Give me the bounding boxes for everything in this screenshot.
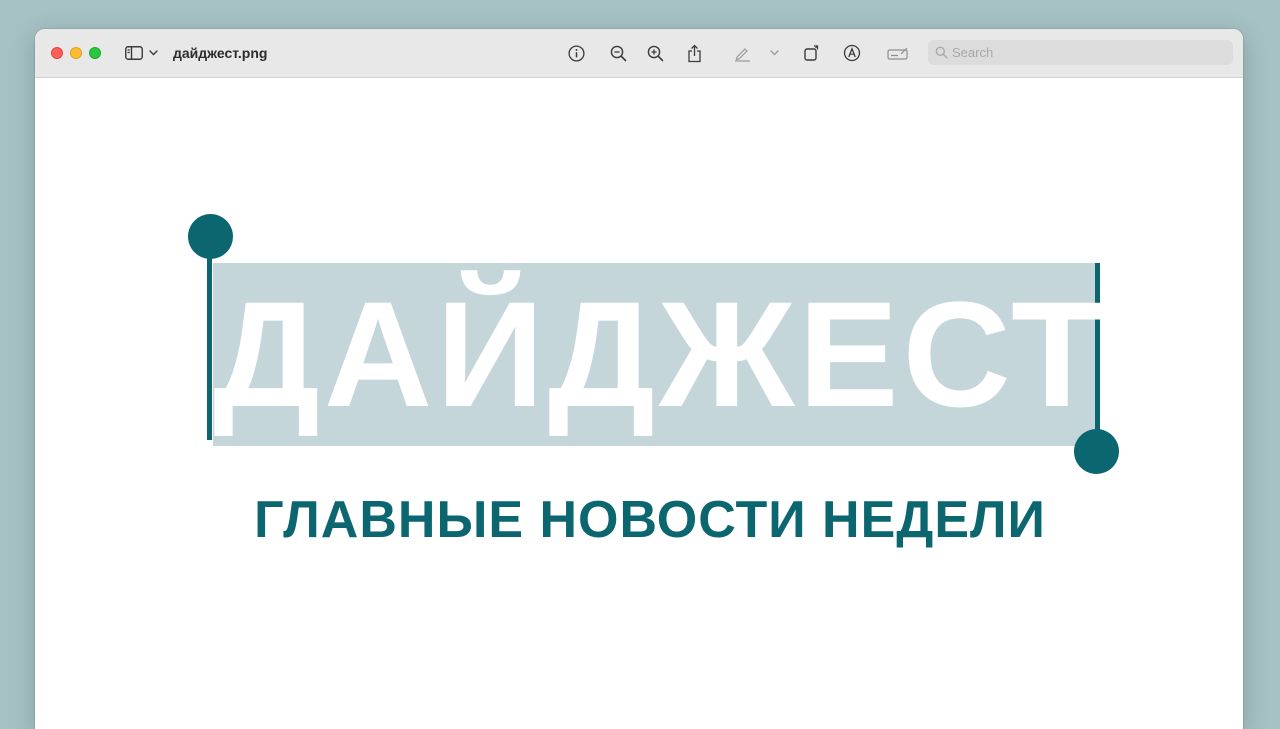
top-left-accent-dot (188, 214, 233, 259)
view-options-dropdown[interactable] (146, 41, 160, 65)
close-window-button[interactable] (51, 47, 63, 59)
zoom-in-button[interactable] (644, 41, 666, 65)
chevron-down-icon (769, 50, 779, 56)
share-icon (687, 44, 702, 63)
digest-subheadline: ГЛАВНЫЕ НОВОСТИ НЕДЕЛИ (254, 491, 1046, 549)
zoom-out-button[interactable] (607, 41, 629, 65)
magnifier-icon (935, 46, 948, 59)
markup-options-dropdown[interactable] (767, 41, 781, 65)
search-field[interactable] (928, 40, 1233, 65)
rotate-button[interactable] (801, 41, 823, 65)
document-canvas: ДАЙДЖЕСТ ГЛАВНЫЕ НОВОСТИ НЕДЕЛИ (35, 78, 1243, 729)
sidebar-toggle-button[interactable] (123, 41, 145, 65)
title-bar: дайджест.png (35, 29, 1243, 78)
digest-headline: ДАЙДЖЕСТ (213, 270, 1107, 438)
pen-icon (734, 45, 751, 62)
chevron-down-icon (148, 50, 158, 56)
form-fill-icon (887, 45, 909, 61)
markup-pen-button[interactable] (731, 41, 753, 65)
info-button[interactable] (565, 41, 587, 65)
form-fill-button[interactable] (886, 41, 910, 65)
rotate-icon (803, 44, 821, 62)
info-icon (567, 44, 585, 62)
share-button[interactable] (683, 41, 705, 65)
preview-window: дайджест.png Search ДАЙДЖЕСТ ГЛАВНЫЕ НОВ… (35, 29, 1243, 729)
zoom-in-icon (647, 45, 664, 62)
window-title-filename: дайджест.png (173, 45, 268, 61)
search-input[interactable] (952, 45, 1212, 60)
zoom-window-button[interactable] (89, 47, 101, 59)
sidebar-toggle-icon (125, 46, 143, 60)
markup-circle-a-icon (843, 44, 861, 62)
markup-button[interactable] (841, 41, 863, 65)
minimize-window-button[interactable] (70, 47, 82, 59)
zoom-out-icon (610, 45, 627, 62)
left-accent-bar (207, 243, 212, 440)
